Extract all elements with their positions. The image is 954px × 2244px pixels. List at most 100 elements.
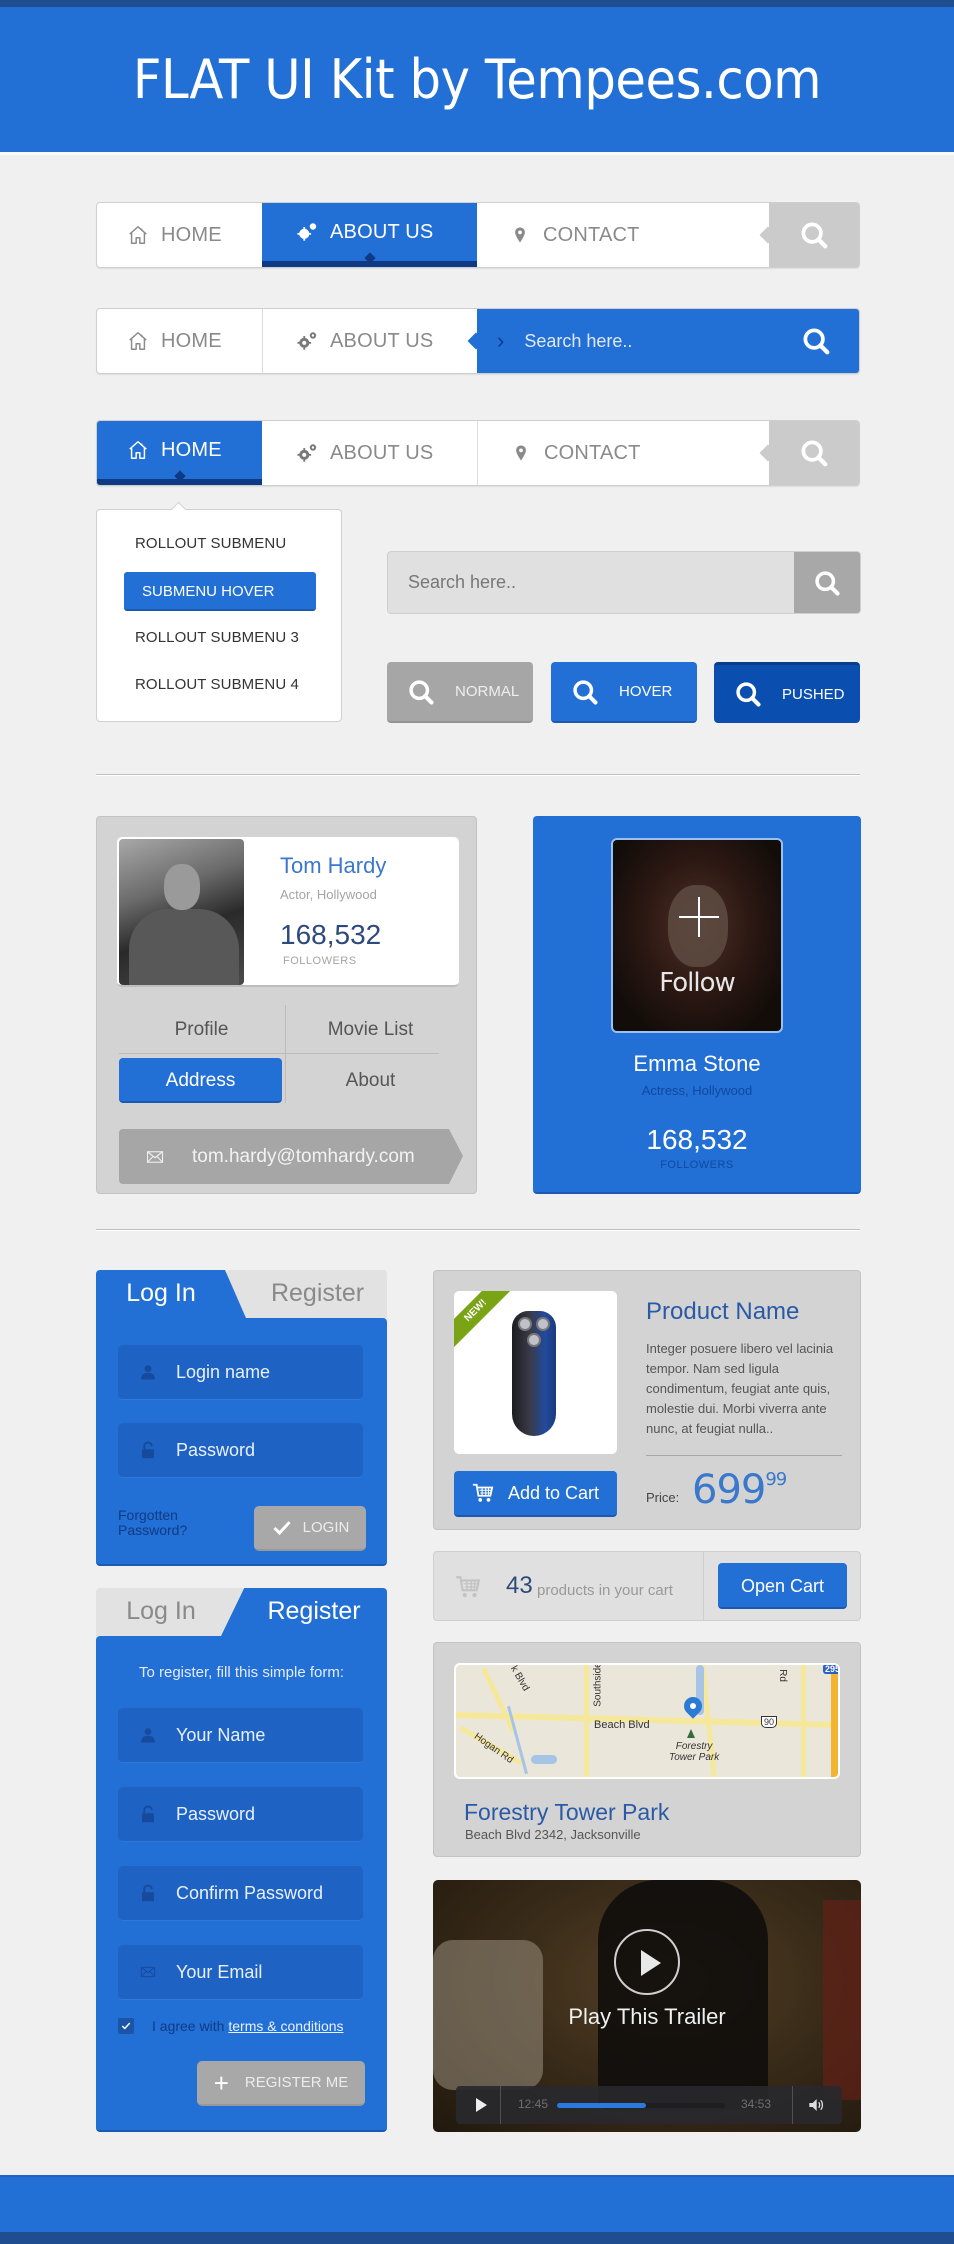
cart-count-label: products in your cart (537, 1582, 673, 1599)
search-button[interactable] (769, 203, 859, 267)
nav-item-about-us[interactable]: ABOUT US (262, 203, 477, 267)
nav-item-home[interactable]: HOME (97, 203, 262, 267)
open-cart-button[interactable]: Open Cart (718, 1563, 847, 1609)
button-label: NORMAL (455, 683, 520, 700)
product-description: Integer posuere libero vel lacinia tempo… (646, 1341, 834, 1436)
price-cents: 99 (765, 1469, 787, 1490)
email-address: tom.hardy@tomhardy.com (192, 1145, 415, 1167)
price-value: 69999 (692, 1467, 787, 1513)
your-name-placeholder: Your Name (176, 1724, 266, 1745)
play-icon[interactable] (476, 2098, 487, 2112)
location-address: Beach Blvd 2342, Jacksonville (465, 1827, 641, 1842)
nav-item-contact[interactable]: CONTACT (478, 421, 767, 485)
cart-count: 43 (506, 1572, 533, 1599)
play-circle-icon[interactable] (614, 1929, 680, 1995)
profile-name[interactable]: Tom Hardy (280, 853, 386, 879)
home-icon (127, 224, 149, 246)
search-icon[interactable] (801, 326, 831, 356)
map-label-k-blvd: k Blvd (508, 1663, 532, 1694)
search-button-normal[interactable]: NORMAL (387, 662, 533, 723)
highway-295-shield: 295 (823, 1665, 838, 1674)
your-name-field[interactable]: Your Name (118, 1708, 363, 1763)
map[interactable]: Beach Blvd Hogan Rd Southside k Blvd Rd … (454, 1663, 840, 1779)
search-button-hover[interactable]: HOVER (551, 662, 697, 723)
terms-link[interactable]: terms & conditions (228, 2018, 343, 2034)
profile-role: Actor, Hollywood (280, 887, 377, 902)
profile-name: Emma Stone (633, 1051, 761, 1076)
separator (703, 1552, 704, 1620)
nav-item-home[interactable]: HOME (97, 309, 262, 373)
password-field[interactable]: Password (118, 1423, 363, 1478)
price-label: Price: (646, 1490, 680, 1505)
new-badge: NEW! (454, 1291, 513, 1348)
submenu-item[interactable]: ROLLOUT SUBMENU 4 (135, 676, 299, 693)
tab-profile[interactable]: Profile (117, 1007, 286, 1053)
separator (500, 2086, 501, 2124)
map-label-park: Forestry Tower Park (669, 1741, 720, 1763)
login-button[interactable]: LOGIN (254, 1506, 366, 1551)
button-label: PUSHED (782, 685, 845, 703)
map-label-rd: Rd (776, 1669, 788, 1682)
terms-checkbox[interactable] (118, 2018, 134, 2034)
confirm-password-field[interactable]: Confirm Password (118, 1866, 363, 1921)
tab-about[interactable]: About (286, 1058, 455, 1104)
tab-register[interactable]: Register (221, 1588, 387, 1636)
register-intro: To register, fill this simple form: (138, 1664, 345, 1681)
nav-item-about-us[interactable]: ABOUT US (263, 309, 477, 373)
nav-item-about-us[interactable]: ABOUT US (262, 421, 477, 485)
search-icon (734, 680, 762, 708)
search-button[interactable] (794, 552, 860, 613)
tab-login[interactable]: Log In (96, 1270, 246, 1318)
email-tag[interactable]: tom.hardy@tomhardy.com (119, 1129, 463, 1184)
follow-photo[interactable]: Follow (611, 838, 783, 1033)
navbar-3: HOME ABOUT US CONTACT (96, 420, 860, 486)
login-name-field[interactable]: Login name (118, 1345, 363, 1400)
progress-track[interactable] (557, 2103, 725, 2108)
password-placeholder: Password (176, 1803, 256, 1824)
add-to-cart-button[interactable]: Add to Cart (454, 1471, 617, 1517)
button-label: LOGIN (302, 1519, 350, 1536)
footer-bottom-bar (0, 2232, 954, 2244)
product-name[interactable]: Product Name (646, 1298, 799, 1326)
search-input[interactable]: Search here.. (524, 331, 801, 352)
search-box: Search here.. (387, 551, 861, 614)
tab-register[interactable]: Register (226, 1270, 387, 1318)
button-label: REGISTER ME (244, 2074, 349, 2091)
search-button[interactable] (769, 421, 859, 485)
email-field[interactable]: Your Email (118, 1945, 363, 2000)
submenu-item[interactable]: ROLLOUT SUBMENU (135, 535, 286, 552)
submenu-item-hovered[interactable]: SUBMENU HOVER (124, 572, 316, 611)
current-time: 12:45 (518, 2097, 549, 2111)
password-field[interactable]: Password (118, 1787, 363, 1842)
register-form: Log In Register To register, fill this s… (96, 1588, 387, 2132)
tab-address[interactable]: Address (119, 1058, 282, 1103)
tab-divider (119, 1053, 439, 1054)
login-name-placeholder: Login name (176, 1361, 271, 1382)
volume-icon[interactable] (807, 2097, 825, 2113)
button-label: Add to Cart (507, 1482, 600, 1503)
followers-label: FOLLOWERS (660, 1159, 734, 1171)
plus-icon: + (213, 2067, 229, 2098)
price-main: 699 (692, 1467, 766, 1513)
tab-login[interactable]: Log In (96, 1588, 246, 1636)
followers-count: 168,532 (646, 1124, 748, 1155)
location-name[interactable]: Forestry Tower Park (464, 1799, 669, 1826)
product-image[interactable]: NEW! (454, 1291, 617, 1454)
avatar (119, 839, 244, 985)
search-button-pushed[interactable]: PUSHED (714, 662, 860, 723)
login-form: Register Log In Login name Password Forg… (96, 1270, 387, 1566)
tab-movie-list[interactable]: Movie List (286, 1007, 455, 1053)
forgot-password-link[interactable]: Forgotten Password? (118, 1508, 187, 1538)
product-card: NEW! Product Name Integer posuere libero… (433, 1270, 861, 1530)
submenu-item[interactable]: ROLLOUT SUBMENU 3 (135, 629, 299, 646)
nav-item-contact[interactable]: CONTACT (477, 203, 767, 267)
button-label: HOVER (619, 683, 673, 700)
nav-item-home[interactable]: HOME (97, 421, 262, 485)
navbar-1: HOME ABOUT US CONTACT (96, 202, 860, 268)
search-bar-expanded[interactable]: › Search here.. (477, 309, 859, 373)
register-button[interactable]: + REGISTER ME (197, 2061, 365, 2106)
search-input[interactable]: Search here.. (408, 552, 516, 613)
separator (792, 2086, 793, 2124)
cart-summary: 43 products in your cart Open Cart (433, 1551, 861, 1621)
page-header: FLAT UI Kit by Tempees.com (0, 0, 954, 152)
